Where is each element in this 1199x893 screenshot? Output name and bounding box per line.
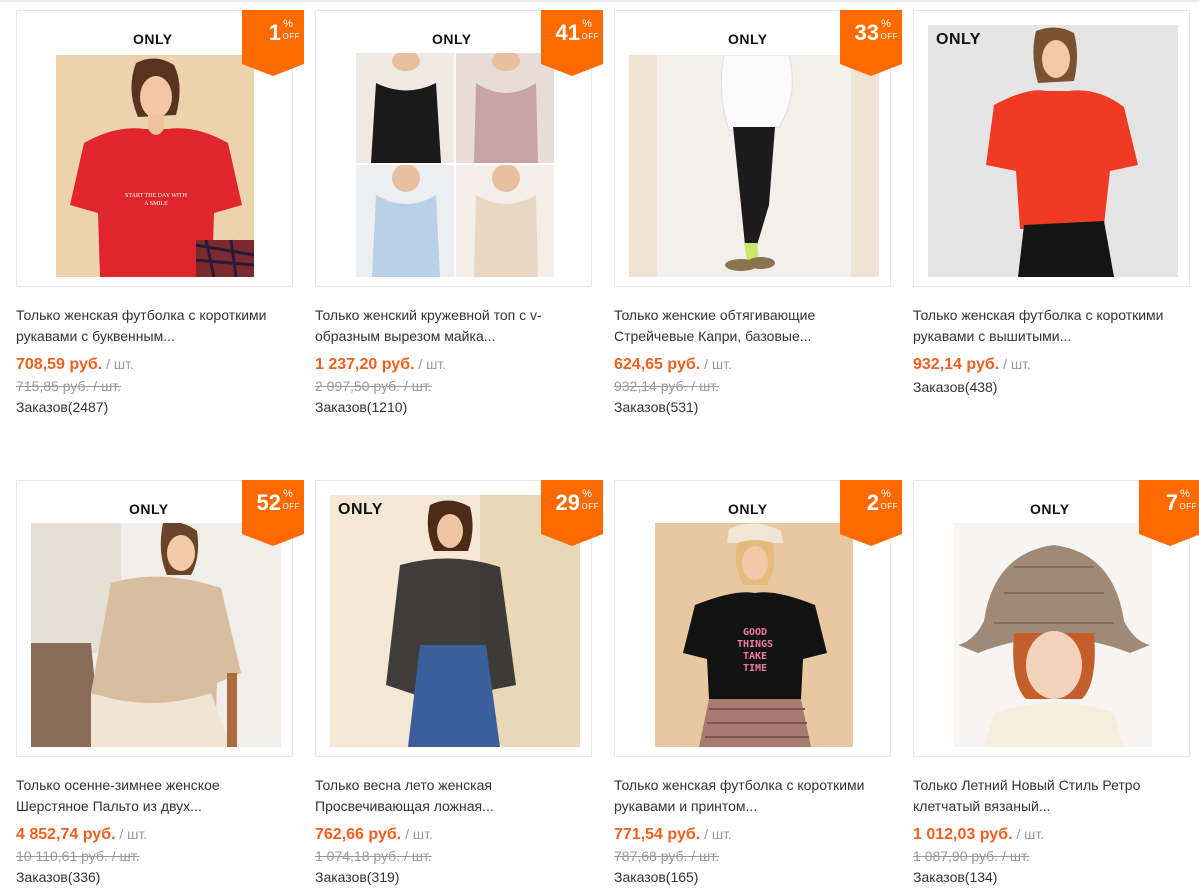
brand-logo: ONLY	[129, 501, 169, 517]
brand-logo: ONLY	[936, 31, 981, 48]
product-photo	[629, 55, 879, 277]
discount-badge: 52 % OFF	[242, 480, 304, 546]
current-price: 932,14 руб.	[913, 356, 1000, 373]
brand-logo: ONLY	[133, 31, 173, 47]
product-grid: ONLY START THE DAY WITH A SMILE 1 % OFF …	[0, 0, 1199, 893]
product-image[interactable]: ONLY	[913, 10, 1190, 287]
product-title[interactable]: Только Летний Новый Стиль Ретро клетчаты…	[913, 775, 1188, 817]
old-price: 2 097,50 руб. / шт.	[315, 378, 432, 394]
orders-count: Заказов(319)	[315, 869, 400, 885]
old-price: 715,85 руб. / шт.	[16, 378, 122, 394]
product-title[interactable]: Только женская футболка с короткими рука…	[16, 305, 291, 347]
product-photo	[928, 25, 1178, 277]
old-price: 1 074,18 руб. / шт.	[315, 848, 432, 864]
discount-badge: 7 % OFF	[1139, 480, 1199, 546]
product-title[interactable]: Только весна лето женская Просвечивающая…	[315, 775, 590, 817]
product-photo	[954, 523, 1152, 747]
product-title[interactable]: Только женский кружевной топ с v-образны…	[315, 305, 590, 347]
price-unit: / шт.	[1003, 356, 1031, 372]
price-unit: / шт.	[704, 826, 732, 842]
price-row: 4 852,74 руб. / шт.	[16, 826, 147, 844]
discount-badge: 2 % OFF	[840, 480, 902, 546]
price-row: 624,65 руб. / шт.	[614, 356, 732, 374]
orders-count: Заказов(1210)	[315, 399, 408, 415]
current-price: 1 237,20 руб.	[315, 356, 415, 373]
current-price: 4 852,74 руб.	[16, 826, 116, 843]
discount-badge: 41 % OFF	[541, 10, 603, 76]
brand-logo: ONLY	[728, 501, 768, 517]
old-price: 932,14 руб. / шт.	[614, 378, 720, 394]
svg-text:TIME: TIME	[743, 663, 767, 674]
price-row: 1 237,20 руб. / шт.	[315, 356, 446, 374]
price-unit: / шт.	[418, 356, 447, 372]
shirt-print: START THE DAY WITH	[125, 193, 188, 199]
orders-count: Заказов(2487)	[16, 399, 109, 415]
orders-count: Заказов(336)	[16, 869, 101, 885]
svg-text:THINGS: THINGS	[737, 639, 773, 650]
brand-logo: ONLY	[432, 31, 472, 47]
current-price: 771,54 руб.	[614, 826, 701, 843]
current-price: 624,65 руб.	[614, 356, 701, 373]
discount-badge: 1 % OFF	[242, 10, 304, 76]
svg-text:A SMILE: A SMILE	[144, 201, 168, 207]
product-title[interactable]: Только женская футболка с короткими рука…	[614, 775, 889, 817]
product-photo: GOOD THINGS TAKE TIME	[655, 523, 853, 747]
current-price: 762,66 руб.	[315, 826, 402, 843]
product-photo	[31, 523, 281, 747]
orders-count: Заказов(165)	[614, 869, 699, 885]
orders-count: Заказов(531)	[614, 399, 699, 415]
price-row: 932,14 руб. / шт.	[913, 356, 1031, 374]
price-unit: / шт.	[704, 356, 732, 372]
discount-badge: 29 % OFF	[541, 480, 603, 546]
orders-count: Заказов(134)	[913, 869, 998, 885]
svg-text:TAKE: TAKE	[743, 651, 767, 662]
current-price: 1 012,03 руб.	[913, 826, 1013, 843]
product-title[interactable]: Только женские обтягивающие Стрейчевые К…	[614, 305, 889, 347]
discount-badge: 33 % OFF	[840, 10, 902, 76]
brand-logo: ONLY	[728, 31, 768, 47]
brand-logo: ONLY	[1030, 501, 1070, 517]
old-price: 787,68 руб. / шт.	[614, 848, 720, 864]
old-price: 1 087,90 руб. / шт.	[913, 848, 1030, 864]
product-photo: START THE DAY WITH A SMILE	[56, 55, 254, 277]
price-row: 771,54 руб. / шт.	[614, 826, 732, 844]
product-title[interactable]: Только осенне-зимнее женское Шерстяное П…	[16, 775, 291, 817]
price-unit: / шт.	[106, 356, 134, 372]
product-title[interactable]: Только женская футболка с короткими рука…	[913, 305, 1188, 347]
brand-logo: ONLY	[338, 501, 383, 518]
old-price: 10 110,61 руб. / шт.	[16, 848, 140, 864]
product-photo	[356, 53, 554, 277]
svg-text:GOOD: GOOD	[743, 627, 767, 638]
price-row: 708,59 руб. / шт.	[16, 356, 134, 374]
price-row: 762,66 руб. / шт.	[315, 826, 433, 844]
current-price: 708,59 руб.	[16, 356, 103, 373]
price-unit: / шт.	[119, 826, 148, 842]
price-unit: / шт.	[405, 826, 433, 842]
price-unit: / шт.	[1016, 826, 1045, 842]
orders-count: Заказов(438)	[913, 379, 998, 395]
price-row: 1 012,03 руб. / шт.	[913, 826, 1044, 844]
